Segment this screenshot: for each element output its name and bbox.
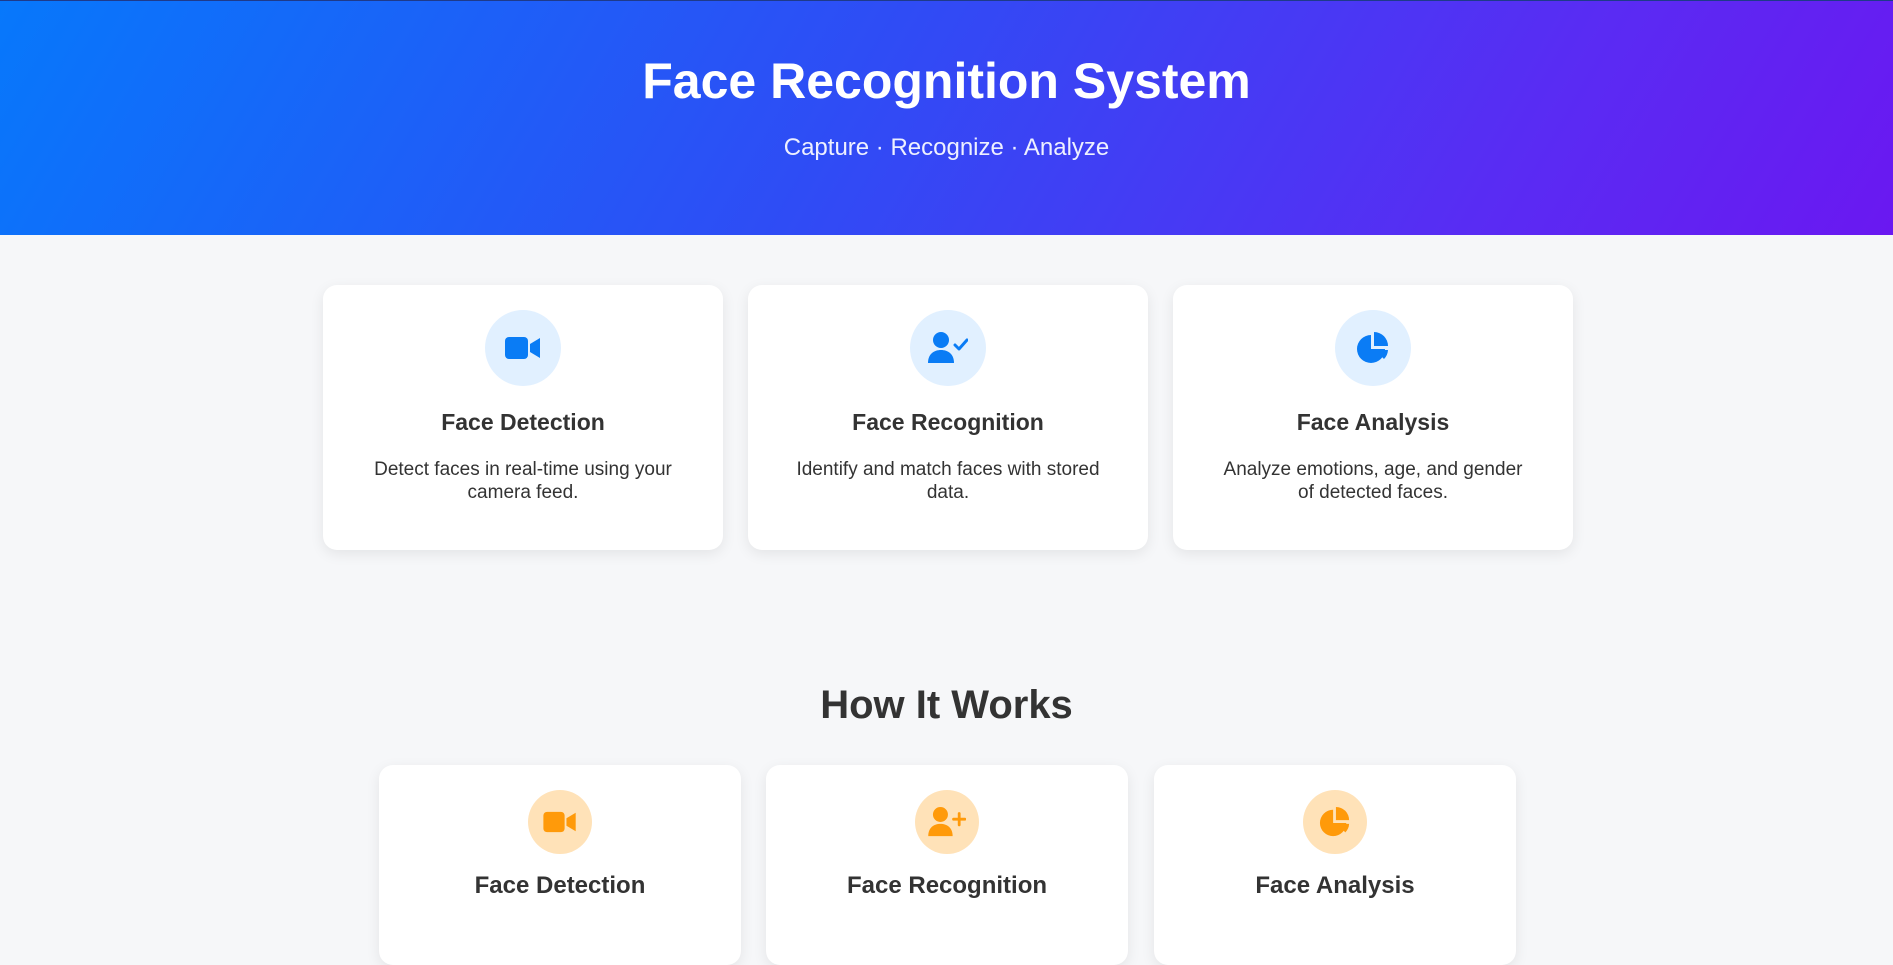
video-camera-icon xyxy=(485,310,561,386)
video-camera-icon xyxy=(528,790,592,854)
feature-card-face-detection: Face Detection Detect faces in real-time… xyxy=(323,285,723,550)
user-plus-icon xyxy=(915,790,979,854)
user-check-icon xyxy=(910,310,986,386)
pie-chart-icon xyxy=(1303,790,1367,854)
pie-chart-icon xyxy=(1335,310,1411,386)
feature-card-face-recognition: Face Recognition Identify and match face… xyxy=(748,285,1148,550)
step-title: Face Analysis xyxy=(1255,872,1415,899)
feature-description: Detect faces in real-time using your cam… xyxy=(374,459,672,503)
step-title: Face Detection xyxy=(474,872,646,899)
how-it-works-title: How It Works xyxy=(820,683,1073,727)
step-card-face-detection: Face Detection xyxy=(379,765,741,965)
step-card-face-analysis: Face Analysis xyxy=(1154,765,1516,965)
page-subtitle: Capture · Recognize · Analyze xyxy=(783,134,1110,161)
feature-title: Face Analysis xyxy=(1296,409,1450,435)
feature-title: Face Detection xyxy=(441,409,605,435)
step-title: Face Recognition xyxy=(846,872,1048,899)
feature-description: Analyze emotions, age, and gender of det… xyxy=(1223,459,1523,503)
feature-card-face-analysis: Face Analysis Analyze emotions, age, and… xyxy=(1173,285,1573,550)
feature-description: Identify and match faces with stored dat… xyxy=(796,459,1100,503)
page-title: Face Recognition System xyxy=(642,53,1251,109)
feature-title: Face Recognition xyxy=(852,409,1044,435)
hero-banner: Face Recognition System Capture · Recogn… xyxy=(0,0,1893,235)
step-card-face-recognition: Face Recognition xyxy=(766,765,1128,965)
